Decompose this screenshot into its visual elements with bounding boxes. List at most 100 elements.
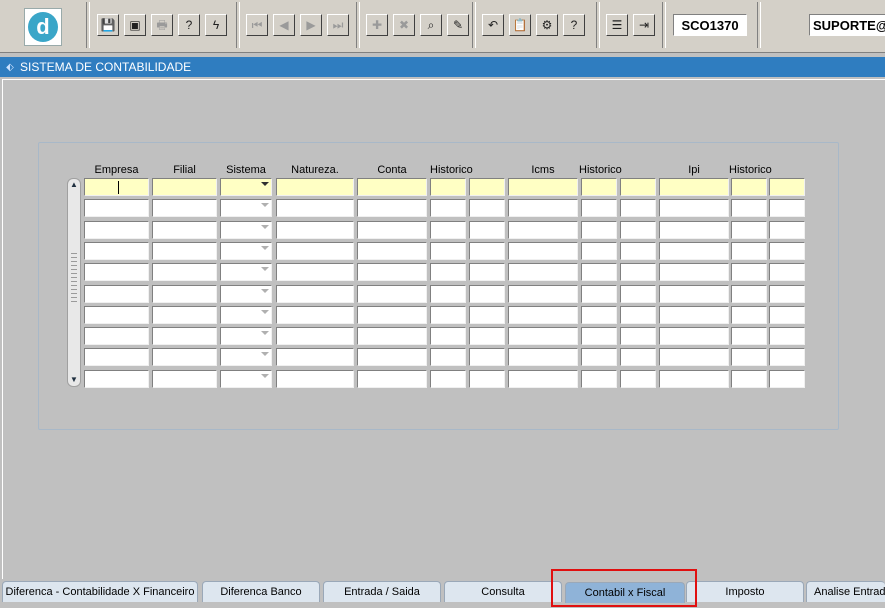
grid-cell-input[interactable] [581,220,617,239]
grid-cell-input[interactable] [769,305,805,324]
grid-cell-input[interactable] [731,220,767,239]
chevron-down-icon[interactable] [261,224,269,229]
grid-cell-input[interactable] [276,327,354,346]
grid-cell-input[interactable] [357,284,427,303]
clipboard-button[interactable]: 📋 [509,14,531,36]
grid-cell-input[interactable] [581,178,617,196]
grid-cell-input[interactable] [659,284,729,303]
chevron-down-icon[interactable] [261,203,269,208]
insert-record-button[interactable]: ✚ [366,14,388,36]
grid-cell-input[interactable] [581,369,617,388]
grid-cell-input[interactable] [508,178,578,196]
search-record-button[interactable]: ⌕ [420,14,442,36]
grid-cell-input[interactable] [357,369,427,388]
print-button[interactable]: 🖶 [151,14,173,36]
exit-door-button[interactable]: ⇥ [633,14,655,36]
grid-cell-input[interactable] [276,348,354,367]
grid-cell-input[interactable] [620,348,656,367]
settings-button[interactable]: ⚙ [536,14,558,36]
grid-cell-input[interactable] [508,348,578,367]
grid-cell-input[interactable] [620,220,656,239]
grid-cell-input[interactable] [731,348,767,367]
grid-cell-input[interactable] [581,263,617,282]
sistema-dropdown[interactable] [220,348,272,367]
grid-cell-input[interactable] [84,199,149,218]
grid-cell-input[interactable] [659,305,729,324]
grid-scrollbar[interactable]: ▲ ▼ [67,178,81,387]
grid-cell-input[interactable] [152,241,217,260]
save-button[interactable]: 💾 [97,14,119,36]
sistema-dropdown[interactable] [220,369,272,388]
grid-cell-input[interactable] [357,327,427,346]
tab-entrada-saida[interactable]: Entrada / Saida [323,581,441,602]
grid-cell-input[interactable] [620,241,656,260]
grid-cell-input[interactable] [469,327,505,346]
grid-cell-input[interactable] [769,199,805,218]
first-record-button[interactable]: ⏮ [246,14,268,36]
grid-cell-input[interactable] [152,348,217,367]
chevron-down-icon[interactable] [261,245,269,250]
grid-cell-input[interactable] [276,305,354,324]
grid-cell-input[interactable] [659,178,729,196]
grid-cell-input[interactable] [430,348,466,367]
grid-cell-input[interactable] [769,327,805,346]
grid-cell-input[interactable] [357,241,427,260]
grid-cell-input[interactable] [430,284,466,303]
grid-cell-input[interactable] [84,241,149,260]
tab-imposto[interactable]: Imposto [686,581,804,602]
grid-cell-input[interactable] [620,284,656,303]
grid-cell-input[interactable] [469,199,505,218]
grid-cell-input[interactable] [731,284,767,303]
grid-cell-input[interactable] [276,178,354,196]
grid-cell-input[interactable] [620,369,656,388]
grid-cell-input[interactable] [508,220,578,239]
grid-cell-input[interactable] [469,263,505,282]
grid-cell-input[interactable] [769,220,805,239]
grid-cell-input[interactable] [469,369,505,388]
scroll-up-icon[interactable]: ▲ [70,181,78,189]
grid-cell-input[interactable] [84,305,149,324]
tab-diferenca-banco[interactable]: Diferenca Banco [202,581,320,602]
grid-cell-input[interactable] [276,369,354,388]
grid-cell-input[interactable] [357,305,427,324]
grid-cell-input[interactable] [152,327,217,346]
form-window-button[interactable]: ▣ [124,14,146,36]
grid-cell-input[interactable] [508,241,578,260]
chevron-down-icon[interactable] [261,288,269,293]
sistema-dropdown[interactable] [220,327,272,346]
grid-cell-input[interactable] [620,199,656,218]
grid-cell-input[interactable] [84,284,149,303]
grid-cell-input[interactable] [357,348,427,367]
grid-cell-input[interactable] [731,241,767,260]
chevron-down-icon[interactable] [261,352,269,357]
grid-cell-input[interactable] [276,220,354,239]
grid-cell-input[interactable] [769,369,805,388]
grid-cell-input[interactable] [659,369,729,388]
grid-cell-input[interactable] [430,305,466,324]
grid-cell-input[interactable] [620,178,656,196]
grid-cell-input[interactable] [430,220,466,239]
sistema-dropdown[interactable] [220,241,272,260]
grid-cell-input[interactable] [430,327,466,346]
grid-cell-input[interactable] [84,327,149,346]
lightning-button[interactable]: ϟ [205,14,227,36]
grid-cell-input[interactable] [357,220,427,239]
grid-cell-input[interactable] [469,305,505,324]
grid-cell-input[interactable] [152,263,217,282]
grid-cell-input[interactable] [659,220,729,239]
grid-cell-input[interactable] [508,327,578,346]
previous-record-button[interactable]: ◀ [273,14,295,36]
tab-analise-entrada[interactable]: Analise Entrada [806,581,885,602]
grid-cell-input[interactable] [357,178,427,196]
grid-cell-input[interactable] [769,284,805,303]
last-record-button[interactable]: ⏭ [327,14,349,36]
grid-cell-input[interactable] [731,178,767,196]
grid-cell-input[interactable] [152,369,217,388]
sistema-dropdown[interactable] [220,305,272,324]
grid-cell-input[interactable] [357,199,427,218]
grid-cell-input[interactable] [84,178,149,196]
grid-cell-input[interactable] [581,284,617,303]
grid-cell-input[interactable] [469,178,505,196]
sistema-dropdown[interactable] [220,199,272,218]
scroll-down-icon[interactable]: ▼ [70,376,78,384]
